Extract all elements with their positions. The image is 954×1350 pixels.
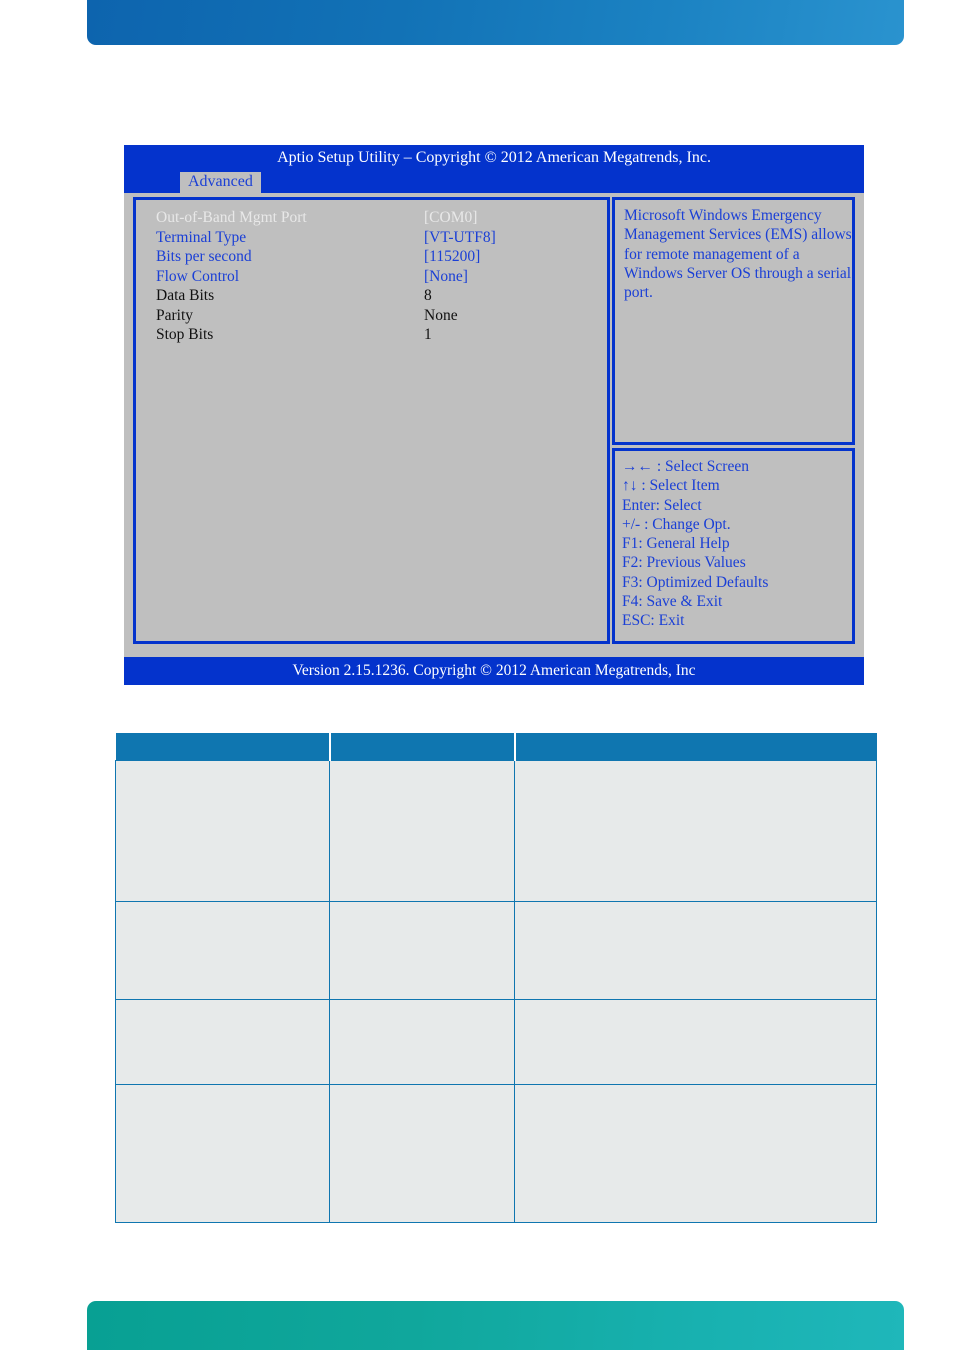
key-legend-list: →← : Select Screen ↑↓ : Select Item Ente… bbox=[622, 457, 850, 631]
table-cell bbox=[514, 760, 877, 902]
table-header-row bbox=[115, 733, 877, 761]
key-legend-f1-general-help: F1: General Help bbox=[622, 535, 730, 553]
key-legend-f4-save-exit: F4: Save & Exit bbox=[622, 593, 723, 611]
setting-value: None bbox=[424, 306, 458, 324]
settings-panel: Out-of-Band Mgmt Port [COM0] Terminal Ty… bbox=[133, 197, 610, 644]
table-cell bbox=[329, 1084, 515, 1223]
help-text: Microsoft Windows Emergency Management S… bbox=[624, 207, 852, 302]
setting-value[interactable]: [None] bbox=[424, 268, 468, 285]
setting-row-parity: Parity None bbox=[156, 306, 596, 328]
table-cell bbox=[115, 999, 330, 1085]
key-legend-f3-optimized-defaults: F3: Optimized Defaults bbox=[622, 573, 769, 591]
page-footer-banner bbox=[87, 1301, 904, 1350]
setting-label: Data Bits bbox=[156, 287, 215, 304]
table-cell bbox=[115, 901, 330, 1000]
key-legend-change-opt: +/- : Change Opt. bbox=[622, 515, 731, 533]
help-panel: Microsoft Windows Emergency Management S… bbox=[612, 197, 855, 445]
setting-label: Terminal Type bbox=[156, 228, 247, 246]
tab-advanced[interactable]: Advanced bbox=[180, 172, 261, 193]
bios-version-footer: Version 2.15.1236. Copyright © 2012 Amer… bbox=[124, 657, 864, 685]
table-cell bbox=[115, 760, 330, 902]
table-cell bbox=[514, 901, 877, 1000]
bios-menu-bar: Advanced bbox=[124, 171, 864, 193]
table-header-cell-3 bbox=[514, 733, 877, 761]
setting-row-bits-per-second[interactable]: Bits per second [115200] bbox=[156, 249, 596, 269]
setting-row-stop-bits: Stop Bits 1 bbox=[156, 327, 596, 347]
table-cell bbox=[329, 901, 515, 1000]
bios-body: Out-of-Band Mgmt Port [COM0] Terminal Ty… bbox=[124, 193, 864, 655]
setting-value[interactable]: [VT-UTF8] bbox=[424, 229, 496, 246]
setting-row-terminal-type[interactable]: Terminal Type [VT-UTF8] bbox=[156, 228, 596, 250]
key-legend-enter-select: Enter: Select bbox=[622, 496, 702, 514]
setting-label: Bits per second bbox=[156, 248, 252, 265]
bios-title-bar: Aptio Setup Utility – Copyright © 2012 A… bbox=[124, 145, 864, 171]
table-cell bbox=[514, 1084, 877, 1223]
table-cell bbox=[329, 760, 515, 902]
key-legend-panel: →← : Select Screen ↑↓ : Select Item Ente… bbox=[612, 448, 855, 644]
table-row bbox=[115, 999, 877, 1085]
page-header-banner bbox=[87, 0, 904, 45]
setting-label: Flow Control bbox=[156, 267, 240, 285]
table-cell bbox=[514, 999, 877, 1085]
setting-label: Stop Bits bbox=[156, 326, 214, 343]
table-cell bbox=[329, 999, 515, 1085]
bios-title-text: Aptio Setup Utility – Copyright © 2012 A… bbox=[277, 149, 711, 166]
bios-setup-screen: Aptio Setup Utility – Copyright © 2012 A… bbox=[124, 145, 864, 685]
setting-row-flow-control[interactable]: Flow Control [None] bbox=[156, 267, 596, 289]
setting-value: 1 bbox=[424, 326, 432, 343]
key-legend-select-screen: →← : Select Screen bbox=[622, 458, 749, 475]
table-cell bbox=[115, 1084, 330, 1223]
setting-value[interactable]: [115200] bbox=[424, 249, 480, 265]
setting-value: 8 bbox=[424, 287, 432, 304]
setting-label: Out-of-Band Mgmt Port bbox=[156, 209, 307, 226]
table-header-cell-1 bbox=[115, 733, 331, 761]
bios-version-text: Version 2.15.1236. Copyright © 2012 Amer… bbox=[292, 662, 696, 679]
setting-label: Parity bbox=[156, 306, 194, 324]
key-legend-f2-previous-values: F2: Previous Values bbox=[622, 554, 746, 572]
description-table bbox=[115, 733, 877, 1223]
settings-list: Out-of-Band Mgmt Port [COM0] Terminal Ty… bbox=[156, 210, 596, 347]
table-row bbox=[115, 760, 877, 902]
setting-value[interactable]: [COM0] bbox=[424, 210, 477, 226]
key-legend-select-item: ↑↓ : Select Item bbox=[622, 477, 720, 495]
tab-advanced-label: Advanced bbox=[188, 173, 253, 190]
key-legend-esc-exit: ESC: Exit bbox=[622, 612, 685, 630]
table-row bbox=[115, 1084, 877, 1223]
setting-row-data-bits: Data Bits 8 bbox=[156, 288, 596, 308]
table-row bbox=[115, 901, 877, 1000]
table-header-cell-2 bbox=[329, 733, 516, 761]
setting-row-out-of-band-mgmt-port[interactable]: Out-of-Band Mgmt Port [COM0] bbox=[156, 210, 596, 230]
